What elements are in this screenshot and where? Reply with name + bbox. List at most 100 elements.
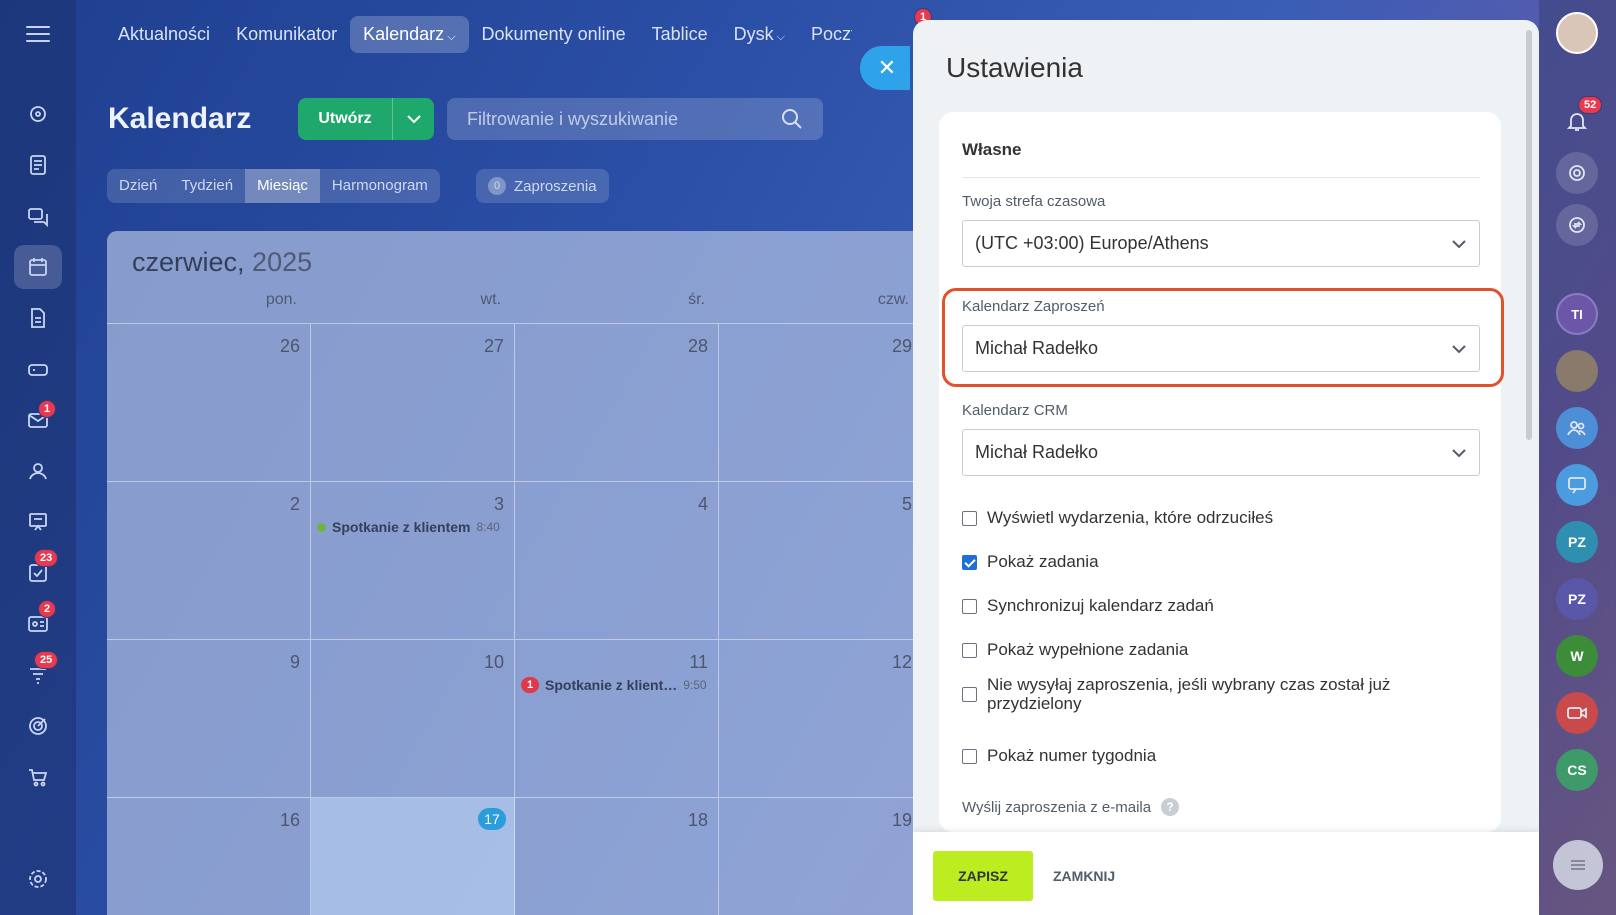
weekday-header: pon. wt. śr. czw.	[107, 291, 927, 313]
sidebar-calendar-icon[interactable]	[14, 245, 62, 289]
nav-dokumenty[interactable]: Dokumenty online	[469, 16, 639, 53]
checkbox-week-number[interactable]: Pokaż numer tygodnia	[962, 746, 1462, 766]
day-cell[interactable]: 10	[311, 640, 515, 797]
checkbox[interactable]	[962, 599, 977, 614]
nav-kalendarz[interactable]: Kalendarz ⌵	[350, 15, 469, 53]
day-cell[interactable]: 19	[719, 798, 923, 915]
checkbox-label: Nie wysyłaj zaproszenia, jeśli wybrany c…	[987, 675, 1391, 713]
chevron-down-icon[interactable]	[392, 98, 434, 140]
tab-month[interactable]: Miesiąc	[245, 169, 320, 203]
day-cell[interactable]: 28	[515, 324, 719, 481]
day-cell[interactable]: 16	[107, 798, 311, 915]
checkbox[interactable]	[962, 643, 977, 658]
sidebar-target-icon[interactable]	[14, 704, 62, 748]
avatar-cs[interactable]: CS	[1556, 749, 1598, 791]
checkbox-label: Synchronizuj kalendarz zadań	[987, 596, 1214, 615]
crm-calendar-value: Michał Radełko	[975, 442, 1099, 462]
day-cell[interactable]: 2	[107, 482, 311, 639]
tasks-badge: 23	[34, 549, 59, 567]
target-icon[interactable]	[1556, 152, 1598, 194]
calendar-event[interactable]: 1 Spotkanie z klient… 9:50	[521, 677, 707, 693]
nav-dysk[interactable]: Dysk ⌵	[721, 16, 798, 53]
sidebar-presentation-icon[interactable]	[14, 500, 62, 544]
sidebar-mail-icon[interactable]: 1	[14, 398, 62, 442]
tab-schedule[interactable]: Harmonogram	[320, 169, 440, 203]
avatar-ti[interactable]: TI	[1556, 293, 1598, 335]
timezone-select[interactable]: (UTC +03:00) Europe/Athens	[962, 220, 1480, 267]
checkbox[interactable]	[962, 511, 977, 526]
search-icon[interactable]	[781, 108, 803, 130]
event-count-badge: 1	[521, 677, 539, 693]
day-cell[interactable]: 12	[719, 640, 923, 797]
weekday-wed: śr.	[688, 291, 705, 308]
day-cell[interactable]: 9	[107, 640, 311, 797]
nav-tablice[interactable]: Tablice	[639, 16, 721, 53]
help-icon[interactable]: ?	[1161, 798, 1180, 816]
sidebar-contacts-icon[interactable]	[14, 449, 62, 493]
day-cell[interactable]: 26	[107, 324, 311, 481]
tab-week[interactable]: Tydzień	[169, 169, 245, 203]
nav-aktualnosci[interactable]: Aktualności	[105, 16, 223, 53]
crm-calendar-select[interactable]: Michał Radełko	[962, 429, 1480, 476]
group-chat-icon[interactable]	[1556, 407, 1598, 449]
avatar-photo[interactable]	[1556, 350, 1598, 392]
week-row: 16 17 18 19	[107, 797, 927, 915]
checkbox[interactable]	[962, 686, 977, 702]
day-number: 11	[689, 652, 708, 672]
right-sidebar: 52 TI PZ PZ W CS	[1539, 0, 1616, 915]
create-button[interactable]: Utwórz	[298, 98, 434, 140]
checkbox-sync-tasks[interactable]: Synchronizuj kalendarz zadań	[962, 596, 1462, 616]
panel-scrollbar[interactable]	[1526, 30, 1532, 440]
avatar-pz-1[interactable]: PZ	[1556, 521, 1598, 563]
day-cell-today[interactable]: 17	[311, 798, 515, 915]
sidebar-tasks-icon[interactable]	[14, 143, 62, 187]
checkbox-checked[interactable]	[962, 555, 977, 570]
checkbox-label: Pokaż wypełnione zadania	[987, 640, 1189, 659]
left-sidebar: 1 23 2 25	[0, 0, 76, 915]
invites-button[interactable]: 0 Zaproszenia	[476, 169, 609, 203]
sidebar-crm-icon[interactable]: 2	[14, 600, 62, 646]
checkbox-show-completed[interactable]: Pokaż wypełnione zadania	[962, 640, 1462, 660]
day-cell[interactable]: 4	[515, 482, 719, 639]
sidebar-documents-icon[interactable]	[14, 296, 62, 340]
avatar-w[interactable]: W	[1556, 635, 1598, 677]
checkbox-show-tasks[interactable]: Pokaż zadania	[962, 552, 1462, 572]
sidebar-checklist-icon[interactable]: 23	[14, 549, 62, 595]
sidebar-chat-icon[interactable]	[14, 194, 62, 238]
invites-label: Zaproszenia	[514, 177, 597, 195]
close-button[interactable]: ZAMKNIJ	[1053, 851, 1115, 901]
tab-day[interactable]: Dzień	[107, 169, 169, 203]
day-cell[interactable]: 27	[311, 324, 515, 481]
checkbox-show-declined[interactable]: Wyświetl wydarzenia, które odrzuciłeś	[962, 508, 1462, 528]
timezone-value: (UTC +03:00) Europe/Athens	[975, 233, 1209, 253]
checkbox-no-invite-busy[interactable]: Nie wysyłaj zaproszenia, jeśli wybrany c…	[962, 675, 1462, 713]
avatar-pz-2[interactable]: PZ	[1556, 578, 1598, 620]
day-cell[interactable]: 18	[515, 798, 719, 915]
list-menu-icon[interactable]	[1553, 840, 1603, 890]
day-cell[interactable]: 5	[719, 482, 923, 639]
user-avatar[interactable]	[1556, 12, 1598, 54]
sidebar-cart-icon[interactable]	[14, 755, 62, 799]
sidebar-funnel-icon[interactable]: 25	[14, 651, 62, 697]
video-call-icon[interactable]	[1556, 692, 1598, 734]
day-cell[interactable]: 11 1 Spotkanie z klient… 9:50	[515, 640, 719, 797]
day-cell[interactable]: 3 Spotkanie z klientem 8:40	[311, 482, 515, 639]
chat-bubble-icon[interactable]	[1556, 464, 1598, 506]
sidebar-drive-icon[interactable]	[14, 347, 62, 391]
search-input[interactable]: Filtrowanie i wyszukiwanie	[447, 98, 823, 140]
notifications-bell-icon[interactable]: 52	[1556, 96, 1603, 142]
save-button[interactable]: ZAPISZ	[933, 851, 1033, 901]
chevron-down-icon: ⌵	[776, 30, 785, 43]
sidebar-feed-icon[interactable]	[14, 92, 62, 136]
day-cell[interactable]: 29	[719, 324, 923, 481]
event-dot-icon	[317, 522, 326, 532]
close-slider-button[interactable]: ✕	[860, 46, 910, 90]
nav-poczta[interactable]: Poczta	[798, 16, 852, 53]
invites-calendar-select[interactable]: Michał Radełko	[962, 325, 1480, 372]
calendar-event[interactable]: Spotkanie z klientem 8:40	[317, 519, 500, 535]
nav-komunikator[interactable]: Komunikator	[223, 16, 350, 53]
sidebar-settings-gear-icon[interactable]	[14, 857, 62, 901]
checkbox[interactable]	[962, 749, 977, 764]
hamburger-menu-icon[interactable]	[26, 26, 50, 44]
search-refresh-icon[interactable]	[1556, 204, 1598, 246]
